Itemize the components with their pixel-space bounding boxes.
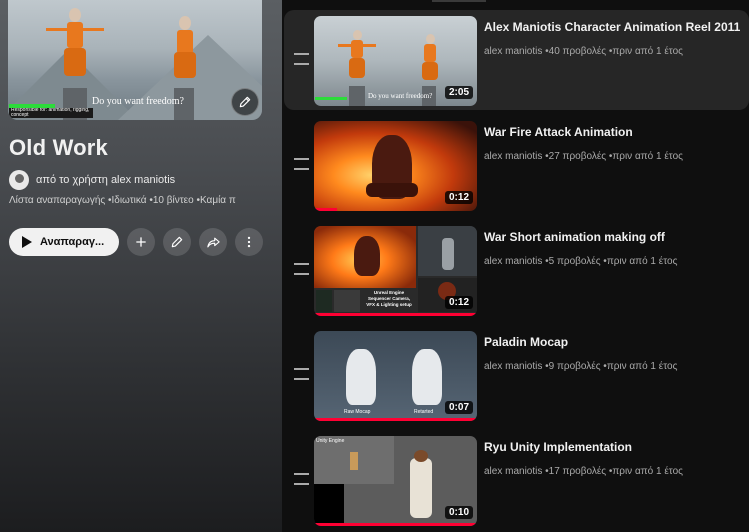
video-item[interactable]: Unity Engine 0:10 Ryu Unity Implementati… — [284, 430, 749, 530]
playlist-meta: Λίστα αναπαραγωγήςΙδιωτικά10 βίντεοΚαμία… — [9, 195, 236, 206]
video-views: 27 προβολές — [542, 151, 606, 162]
video-thumbnail[interactable]: 0:12 — [314, 121, 477, 211]
watch-progress-bar — [314, 418, 477, 421]
video-views: 40 προβολές — [542, 46, 606, 57]
video-channel[interactable]: alex maniotis — [484, 466, 542, 477]
playlist-video-count: 10 βίντεο — [147, 195, 194, 206]
video-duration: 0:10 — [444, 506, 473, 519]
plus-icon — [136, 237, 146, 247]
watch-progress-bar — [314, 208, 337, 211]
video-age: πριν από 1 έτος — [606, 466, 683, 477]
video-age: πριν από 1 έτος — [601, 361, 678, 372]
playlist-cover-image[interactable]: Responsible for: animation, rigging, con… — [8, 0, 262, 120]
author-name[interactable]: από το χρήστη alex maniotis — [36, 174, 175, 186]
thumb-fire-panel — [314, 226, 416, 288]
pencil-icon — [171, 236, 183, 248]
add-button[interactable] — [127, 228, 155, 256]
video-channel[interactable]: alex maniotis — [484, 256, 542, 267]
watch-progress-bar — [314, 523, 477, 526]
video-views: 9 προβολές — [542, 361, 600, 372]
video-channel[interactable]: alex maniotis — [484, 46, 542, 57]
video-item[interactable]: Raw Mocap Retarted 0:07 Paladin Mocap al… — [284, 325, 749, 425]
thumb-monk-figure — [338, 30, 376, 86]
video-title[interactable]: War Fire Attack Animation — [484, 125, 749, 139]
thumb-mocap-figure — [346, 349, 376, 405]
video-age: πριν από 1 έτος — [606, 46, 683, 57]
drag-handle-icon[interactable] — [294, 368, 309, 380]
cover-caption: Do you want freedom? — [92, 96, 184, 107]
avatar[interactable] — [9, 170, 29, 190]
thumb-mocap-figure — [412, 349, 442, 405]
video-duration: 2:05 — [444, 86, 473, 99]
edit-playlist-button[interactable] — [231, 88, 259, 116]
pencil-icon — [239, 96, 251, 108]
cover-monk-figure — [168, 16, 202, 88]
watch-progress-bar — [314, 313, 477, 316]
video-views: 17 προβολές — [542, 466, 606, 477]
video-age: πριν από 1 έτος — [601, 256, 678, 267]
video-thumbnail[interactable]: Raw Mocap Retarted 0:07 — [314, 331, 477, 421]
video-title[interactable]: Alex Maniotis Character Animation Reel 2… — [484, 20, 749, 34]
drag-handle-icon[interactable] — [294, 263, 309, 275]
video-item[interactable]: Unreal Engine Sequencer Camera, VFX & Li… — [284, 220, 749, 320]
playlist-actions: Αναπαραγ... — [9, 228, 263, 256]
play-all-button[interactable]: Αναπαραγ... — [9, 228, 119, 256]
cover-label: Responsible for: animation, rigging, con… — [9, 108, 93, 118]
list-top-edge — [432, 0, 486, 2]
video-item[interactable]: Do you want freedom? 2:05 Alex Maniotis … — [284, 10, 749, 110]
more-vert-icon — [247, 236, 251, 248]
video-title[interactable]: Ryu Unity Implementation — [484, 440, 749, 454]
video-title[interactable]: War Short animation making off — [484, 230, 749, 244]
video-meta: alex maniotis9 προβολέςπριν από 1 έτος — [484, 361, 677, 372]
thumb-caption: Unity Engine — [316, 438, 345, 444]
video-views: 5 προβολές — [542, 256, 600, 267]
video-thumbnail[interactable]: Unity Engine 0:10 — [314, 436, 477, 526]
video-meta: alex maniotis5 προβολέςπριν από 1 έτος — [484, 256, 677, 267]
video-age: πριν από 1 έτος — [606, 151, 683, 162]
playlist-header-panel: Responsible for: animation, rigging, con… — [0, 0, 282, 532]
playlist-author[interactable]: από το χρήστη alex maniotis — [9, 169, 175, 191]
edit-button[interactable] — [163, 228, 191, 256]
drag-handle-icon[interactable] — [294, 158, 309, 170]
video-channel[interactable]: alex maniotis — [484, 151, 542, 162]
share-button[interactable] — [199, 228, 227, 256]
more-options-button[interactable] — [235, 228, 263, 256]
thumb-caption: Unreal Engine Sequencer Camera, VFX & Li… — [366, 290, 412, 307]
video-thumbnail[interactable]: Do you want freedom? 2:05 — [314, 16, 477, 106]
video-channel[interactable]: alex maniotis — [484, 361, 542, 372]
thumb-caption: Retarted — [414, 409, 434, 415]
cover-monk-figure — [46, 8, 104, 88]
video-title[interactable]: Paladin Mocap — [484, 335, 749, 349]
video-duration: 0:12 — [444, 191, 473, 204]
playlist-video-list: Do you want freedom? 2:05 Alex Maniotis … — [282, 0, 749, 532]
playlist-title: Old Work — [9, 135, 108, 160]
video-duration: 0:07 — [444, 401, 473, 414]
thumb-side-panel — [418, 226, 477, 276]
video-thumbnail[interactable]: Unreal Engine Sequencer Camera, VFX & Li… — [314, 226, 477, 316]
video-meta: alex maniotis40 προβολέςπριν από 1 έτος — [484, 46, 683, 57]
playlist-updated: Καμία π — [194, 195, 236, 206]
video-duration: 0:12 — [444, 296, 473, 309]
play-all-label: Αναπαραγ... — [40, 236, 105, 248]
playlist-privacy[interactable]: Ιδιωτικά — [105, 195, 146, 206]
playlist-type: Λίστα αναπαραγωγής — [9, 195, 106, 206]
video-item[interactable]: 0:12 War Fire Attack Animation alex mani… — [284, 115, 749, 215]
drag-handle-icon[interactable] — [294, 53, 309, 65]
drag-handle-icon[interactable] — [294, 473, 309, 485]
play-icon — [22, 236, 32, 248]
video-meta: alex maniotis17 προβολέςπριν από 1 έτος — [484, 466, 683, 477]
thumb-fighter-figure — [410, 458, 432, 518]
video-meta: alex maniotis27 προβολέςπριν από 1 έτος — [484, 151, 683, 162]
share-icon — [206, 237, 220, 247]
thumb-monk-figure — [418, 34, 442, 86]
thumb-caption: Raw Mocap — [344, 409, 371, 415]
thumb-caption: Do you want freedom? — [368, 92, 433, 100]
